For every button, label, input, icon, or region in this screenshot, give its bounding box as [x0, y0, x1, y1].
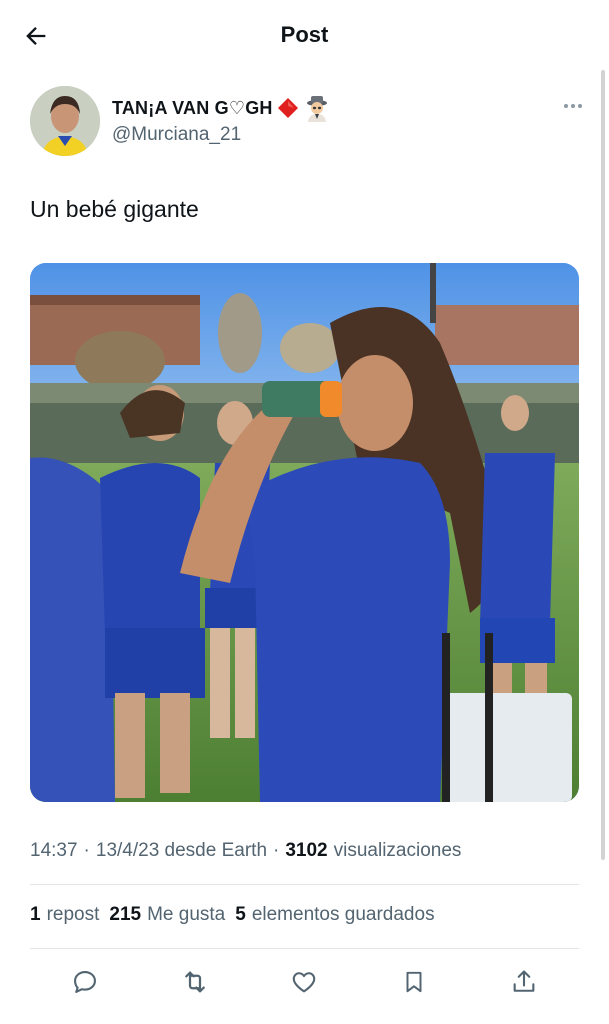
scrollbar[interactable]: [601, 70, 605, 860]
reposts-label: repost: [46, 904, 100, 925]
author-name-line[interactable]: TAN¡A VAN G♡GH: [112, 94, 331, 122]
views-label: visualizaciones: [333, 840, 462, 861]
more-dot-icon: [578, 104, 582, 108]
bookmarks-label: elementos guardados: [251, 904, 435, 925]
repost-button[interactable]: [175, 962, 215, 1002]
reply-icon: [73, 971, 96, 993]
like-button[interactable]: [284, 962, 324, 1002]
likes-count: 215: [109, 904, 142, 925]
divider: [30, 884, 579, 885]
like-icon: [293, 972, 316, 993]
bookmarks-count: 5: [235, 904, 246, 925]
likes-stat[interactable]: 215 Me gusta: [109, 904, 225, 926]
display-name[interactable]: TAN¡A VAN G♡GH: [112, 98, 273, 119]
share-button[interactable]: [504, 962, 544, 1002]
post-date-source[interactable]: 13/4/23 desde Earth: [96, 840, 267, 862]
post-stats: 1 repost 215 Me gusta 5 elementos guardados: [30, 904, 435, 926]
spy-emoji-icon: [306, 96, 327, 122]
avatar[interactable]: [30, 86, 100, 156]
post-time[interactable]: 14:37: [30, 840, 78, 862]
tweet-text: Un bebé gigante: [30, 196, 199, 222]
divider: [30, 948, 579, 949]
page-title: Post: [280, 22, 329, 47]
repost-icon: [184, 971, 205, 993]
bookmarks-stat[interactable]: 5 elementos guardados: [235, 904, 434, 926]
bookmark-button[interactable]: [394, 962, 434, 1002]
meta-separator: ·: [273, 840, 280, 861]
more-dot-icon: [564, 104, 568, 108]
diamond-emoji-icon: [277, 98, 298, 118]
bookmark-icon: [406, 971, 422, 993]
reply-button[interactable]: [65, 962, 105, 1002]
views-count: 3102: [285, 840, 328, 861]
tweet-photo[interactable]: [30, 263, 579, 802]
author-handle[interactable]: @Murciana_21: [112, 124, 241, 146]
top-bar: Post: [0, 0, 609, 70]
reposts-stat[interactable]: 1 repost: [30, 904, 99, 926]
share-icon: [513, 970, 535, 992]
reposts-count: 1: [30, 904, 41, 925]
post-meta: 14:37 · 13/4/23 desde Earth · 3102 visua…: [30, 840, 461, 862]
more-dot-icon: [571, 104, 575, 108]
post-author: TAN¡A VAN G♡GH @Murciana_21: [30, 86, 582, 156]
action-bar: [30, 960, 579, 1004]
meta-separator: ·: [83, 840, 90, 861]
likes-label: Me gusta: [147, 904, 226, 925]
more-options-button[interactable]: [556, 96, 590, 116]
